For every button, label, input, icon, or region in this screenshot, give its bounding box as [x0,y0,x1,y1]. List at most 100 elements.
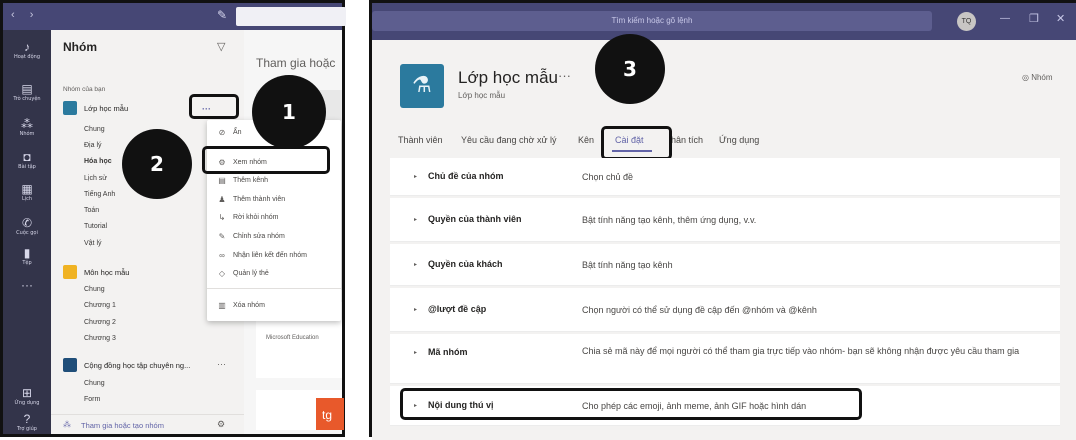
team-avatar [63,101,77,115]
rail-calls[interactable]: ✆ Cuộc gọi [3,216,51,237]
team-avatar [63,358,77,372]
rail-activity[interactable]: ♪ Hoạt động [3,40,51,61]
team-avatar [63,265,77,279]
channel-item[interactable]: Tiếng Anh [84,191,115,198]
team-management-view: ⚗ Lớp học mẫu ··· Lớp học mẫu ◎ Nhóm 3 T… [372,34,1076,440]
left-screenshot: ‹ › ✎ ♪ Hoạt động ▤ Trò chuyện ⁂ Nhóm ◘ Bài … [0,0,346,437]
more-options-icon[interactable]: ··· [217,359,226,369]
menu-divider [207,288,341,289]
rail-teams[interactable]: ⁂ Nhóm [3,117,51,138]
team-name: Lớp học mẫu [84,104,129,113]
channel-item[interactable]: Chương 3 [84,335,116,342]
channel-item[interactable]: Hóa học [84,158,112,165]
tab-channels[interactable]: Kên [578,135,594,145]
search-input[interactable] [236,7,346,26]
settings-row-guest-permissions[interactable]: ▸ Quyền của khách Bật tính năng tạo kênh [390,244,1060,286]
channel-item[interactable]: Chương 2 [84,319,116,326]
teams-icon: ⁂ [21,117,33,131]
channel-item[interactable]: Tutorial [84,223,107,230]
file-icon: ▮ [23,246,31,260]
settings-gear-icon[interactable]: ⚙ [217,419,225,430]
rail-chat[interactable]: ▤ Trò chuyện [3,82,51,103]
app-rail: ♪ Hoạt động ▤ Trò chuyện ⁂ Nhóm ◘ Bài tập ▦ L… [3,30,51,434]
hide-icon: ⊘ [218,128,226,137]
microscope-icon: ⚗ [412,72,432,97]
settings-row-team-picture[interactable]: ▸ Chủ đề của nhóm Chọn chủ đề [390,158,1060,196]
tab-analytics[interactable]: hân tích [671,135,703,145]
settings-row-mentions[interactable]: ▸ @lượt đề cập Chọn người có thể sử dụng… [390,288,1060,332]
rail-assignments[interactable]: ◘ Bài tập [3,150,51,171]
menu-item-get-link[interactable]: ∞ Nhận liên kết đến nhóm [207,248,341,264]
leave-icon: ↳ [218,213,226,222]
setting-key: Mã nhóm [428,347,468,357]
highlight-view-team [202,146,330,174]
channel-item[interactable]: Chương 1 [84,302,116,309]
highlight-fun-stuff [400,388,862,420]
team-badge: ◎ Nhóm [1022,73,1053,82]
channel-item[interactable]: Chung [84,126,105,133]
menu-item-edit-team[interactable]: ✎ Chỉnh sửa nhóm [207,229,341,245]
expand-icon: ▸ [414,262,418,268]
menu-item-leave-team[interactable]: ↳ Rời khỏi nhóm [207,210,341,226]
menu-item-add-channel[interactable]: ▤ Thêm kênh [207,173,341,189]
setting-key: Quyền của thành viên [428,214,522,224]
expand-icon: ▸ [414,350,418,356]
team-title: Lớp học mẫu [458,68,558,87]
menu-item-delete-team[interactable]: ▥ Xóa nhóm [207,298,341,314]
minimize-icon[interactable]: — [1000,13,1010,24]
your-teams-label: Nhóm của bạn [63,86,106,93]
channel-item[interactable]: Toán [84,207,99,214]
filter-icon[interactable]: ▽ [217,40,225,53]
tab-members[interactable]: Thành viên [398,135,443,145]
rail-more[interactable]: ··· [3,278,51,292]
channel-item[interactable]: Địa lý [84,142,102,149]
help-icon: ? [23,412,31,426]
compose-icon[interactable]: ✎ [217,8,227,22]
more-options-icon[interactable]: ··· [558,68,571,83]
search-placeholder: Tìm kiếm hoặc gõ lệnh [611,16,693,25]
team-row-cong-dong[interactable]: Cộng đồng học tập chuyên ng... ··· [51,356,244,374]
title-bar: Tìm kiếm hoặc gõ lệnh TQ — ❐ ✕ [372,3,1076,40]
close-icon[interactable]: ✕ [1056,12,1065,25]
search-input[interactable]: Tìm kiếm hoặc gõ lệnh [372,11,932,31]
setting-value: Bật tính năng tạo kênh, thêm ứng dụng, v… [582,215,757,225]
join-card[interactable]: tg [256,390,344,430]
avatar[interactable]: TQ [957,12,976,31]
team-logo: ⚗ [400,64,444,108]
join-create-label: Tham gia hoặc tạo nhóm [81,421,164,430]
settings-row-member-permissions[interactable]: ▸ Quyền của thành viên Bật tính năng tạo… [390,198,1060,242]
back-forward-icon[interactable]: ‹ › [11,9,39,21]
pencil-icon: ✎ [218,232,226,241]
menu-item-manage-tags[interactable]: ◇ Quản lý thẻ [207,266,341,282]
channel-item[interactable]: Lịch sử [84,175,107,182]
setting-value: Chia sẻ mã này để mọi người có thể tham … [582,346,1020,356]
setting-value: Chọn chủ đề [582,172,634,182]
rail-help[interactable]: ? Trợ giúp [3,412,51,433]
expand-icon: ▸ [414,174,418,180]
rail-calendar[interactable]: ▦ Lịch [3,182,51,203]
menu-label: Xóa nhóm [233,302,265,309]
tag-icon: ◇ [218,269,226,278]
calendar-icon: ▦ [21,182,33,196]
setting-value: Chọn người có thể sử dụng đề cập đến @nh… [582,305,817,315]
highlight-more-options [189,94,239,119]
tab-apps[interactable]: Ứng dụng [719,135,759,145]
setting-key: Quyền của khách [428,259,503,269]
channel-item[interactable]: Chung [84,286,105,293]
link-icon: ∞ [219,251,225,260]
settings-row-team-code[interactable]: ▸ Mã nhóm Chia sẻ mã này để mọi người có… [390,334,1060,384]
add-channel-icon: ▤ [218,176,226,185]
callout-2: 2 [122,129,192,199]
rail-apps[interactable]: ⊞ Ứng dụng [3,386,51,407]
rail-files[interactable]: ▮ Tệp [3,246,51,267]
channel-item[interactable]: Vật lý [84,240,102,247]
tg-tile: tg [316,398,344,430]
maximize-icon[interactable]: ❐ [1029,12,1039,25]
more-icon: ··· [21,278,33,292]
channel-item[interactable]: Chung [84,380,105,387]
menu-label: Nhận liên kết đến nhóm [233,252,307,259]
tab-pending[interactable]: Yêu cầu đang chờ xử lý [461,135,556,145]
menu-item-add-member[interactable]: ♟ Thêm thành viên [207,192,341,208]
channel-item[interactable]: Form [84,396,100,403]
join-or-create-team[interactable]: ⁂ Tham gia hoặc tạo nhóm ⚙ [51,414,244,432]
